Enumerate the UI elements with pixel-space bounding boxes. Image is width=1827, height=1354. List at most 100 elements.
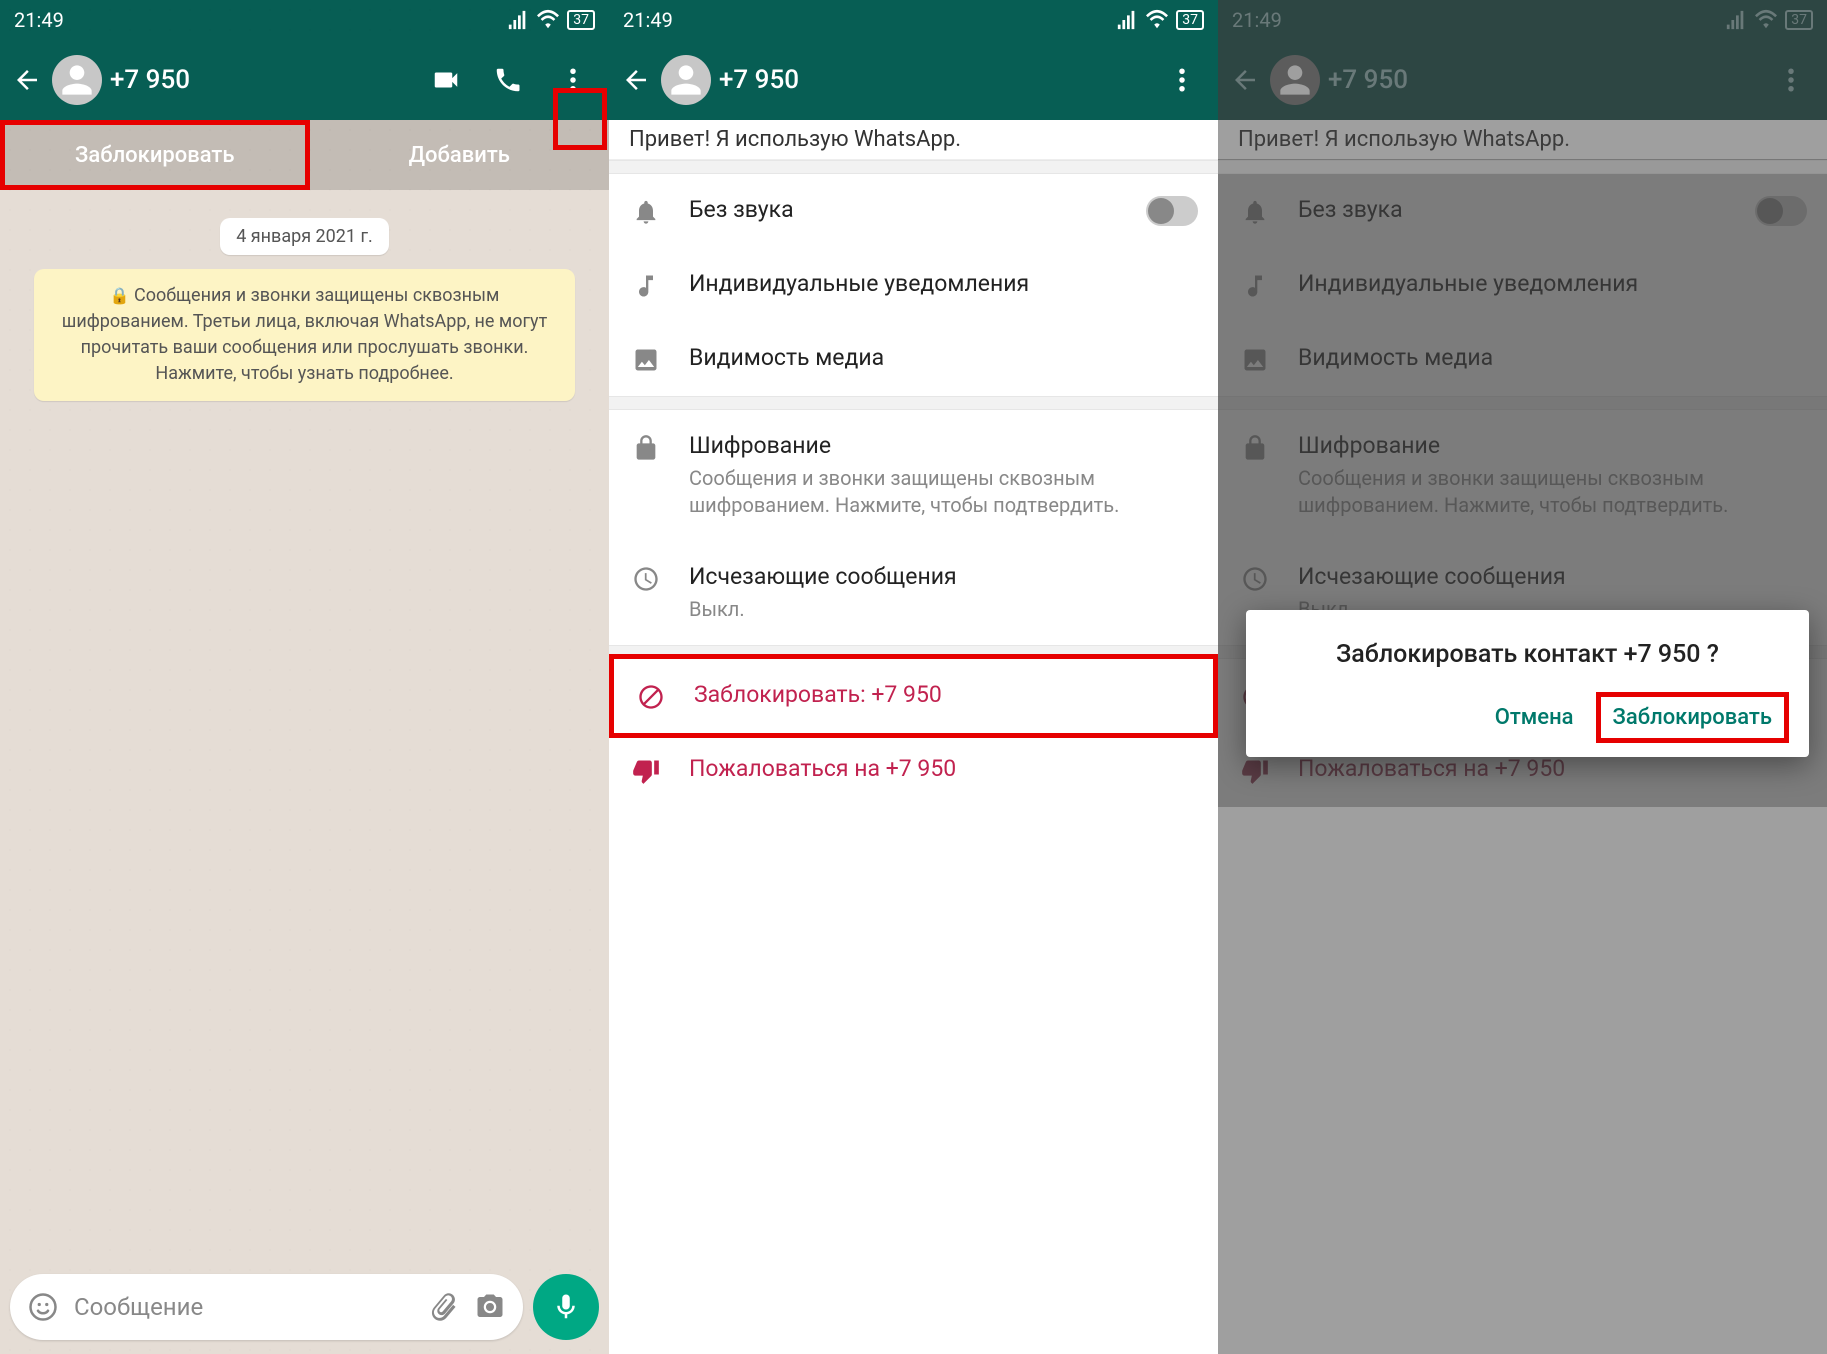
more-vert-icon — [1776, 65, 1806, 95]
settings-list: Без звука Индивидуальные уведомления Вид… — [609, 174, 1218, 807]
note-icon — [1241, 272, 1269, 300]
bell-icon — [632, 198, 660, 226]
attach-icon[interactable] — [429, 1292, 459, 1322]
back-button[interactable] — [1228, 65, 1262, 95]
status-icons: 37 — [1725, 9, 1813, 31]
back-arrow-icon — [12, 65, 42, 95]
mute-toggle[interactable] — [1146, 196, 1198, 226]
image-icon — [1241, 346, 1269, 374]
video-call-icon[interactable] — [431, 65, 461, 95]
signal-icon — [1116, 9, 1138, 31]
mic-button[interactable] — [533, 1274, 599, 1340]
report-label: Пожаловаться на +7 950 — [1298, 755, 1807, 782]
app-bar: +7 950 — [1218, 40, 1827, 120]
custom-notifications-label: Индивидуальные уведомления — [689, 270, 1198, 297]
more-options-button[interactable] — [1164, 58, 1200, 102]
back-button[interactable] — [619, 65, 653, 95]
contact-name[interactable]: +7 950 — [1328, 65, 1773, 95]
about-text-partial: Привет! Я использую WhatsApp. — [609, 120, 1218, 160]
status-time: 21:49 — [1232, 8, 1282, 32]
lock-icon — [1241, 434, 1269, 462]
more-options-button[interactable] — [555, 58, 591, 102]
signal-icon — [507, 9, 529, 31]
avatar[interactable] — [1270, 55, 1320, 105]
camera-icon[interactable] — [475, 1292, 505, 1322]
app-bar-actions — [1164, 58, 1208, 102]
custom-notifications-row[interactable]: Индивидуальные уведомления — [1218, 248, 1827, 322]
disappearing-row[interactable]: Исчезающие сообщения Выкл. — [609, 541, 1218, 645]
report-row[interactable]: Пожаловаться на +7 950 — [609, 733, 1218, 807]
disappearing-label: Исчезающие сообщения — [689, 563, 1198, 590]
encryption-sub: Сообщения и звонки защищены сквозным шиф… — [689, 465, 1198, 519]
more-vert-icon — [1167, 65, 1197, 95]
about-text-partial: Привет! Я использую WhatsApp. — [1218, 120, 1827, 160]
mute-row[interactable]: Без звука — [609, 174, 1218, 248]
panel-contact-info: 21:49 37 +7 950 Привет! Я использую What… — [609, 0, 1218, 1354]
input-bar: Сообщение — [10, 1274, 599, 1340]
back-arrow-icon — [621, 65, 651, 95]
mute-label: Без звука — [1298, 196, 1729, 223]
mute-row[interactable]: Без звука — [1218, 174, 1827, 248]
encryption-banner[interactable]: 🔒 Сообщения и звонки защищены сквозным ш… — [34, 269, 575, 401]
encryption-row[interactable]: Шифрование Сообщения и звонки защищены с… — [609, 410, 1218, 541]
person-icon — [1273, 58, 1317, 102]
encryption-sub: Сообщения и звонки защищены сквозным шиф… — [1298, 465, 1807, 519]
dialog-cancel-button[interactable]: Отмена — [1479, 693, 1590, 742]
divider — [609, 160, 1218, 174]
lock-icon: 🔒 — [110, 286, 130, 305]
dialog-title: Заблокировать контакт +7 950 ? — [1266, 638, 1789, 692]
battery-icon: 37 — [567, 10, 595, 30]
block-action[interactable]: Заблокировать — [0, 120, 310, 190]
contact-name[interactable]: +7 950 — [719, 65, 1164, 95]
more-options-button[interactable] — [1773, 58, 1809, 102]
status-time: 21:49 — [14, 8, 64, 32]
encryption-row[interactable]: Шифрование Сообщения и звонки защищены с… — [1218, 410, 1827, 541]
emoji-icon[interactable] — [28, 1292, 58, 1322]
action-row: Заблокировать Добавить — [0, 120, 609, 190]
signal-icon — [1725, 9, 1747, 31]
avatar[interactable] — [52, 55, 102, 105]
app-bar: +7 950 — [609, 40, 1218, 120]
panel-chat: 21:49 37 +7 950 Заблокировать Добавить 4… — [0, 0, 609, 1354]
add-contact-action[interactable]: Добавить — [310, 120, 610, 190]
encryption-text: Сообщения и звонки защищены сквозным шиф… — [62, 285, 547, 384]
media-visibility-label: Видимость медиа — [689, 344, 1198, 371]
wifi-icon — [1755, 9, 1777, 31]
voice-call-icon[interactable] — [493, 65, 523, 95]
mute-label: Без звука — [689, 196, 1120, 223]
mic-icon — [551, 1292, 581, 1322]
timer-icon — [632, 565, 660, 593]
app-bar: +7 950 — [0, 40, 609, 120]
block-confirm-dialog: Заблокировать контакт +7 950 ? Отмена За… — [1246, 610, 1809, 757]
more-vert-icon — [558, 65, 588, 95]
input-placeholder: Сообщение — [74, 1293, 413, 1321]
block-label: Заблокировать: +7 950 — [694, 681, 1193, 708]
custom-notifications-label: Индивидуальные уведомления — [1298, 270, 1807, 297]
back-button[interactable] — [10, 65, 44, 95]
media-visibility-row[interactable]: Видимость медиа — [1218, 322, 1827, 396]
encryption-label: Шифрование — [689, 432, 1198, 459]
back-arrow-icon — [1230, 65, 1260, 95]
divider — [609, 396, 1218, 410]
person-icon — [55, 58, 99, 102]
wifi-icon — [1146, 9, 1168, 31]
note-icon — [632, 272, 660, 300]
media-visibility-row[interactable]: Видимость медиа — [609, 322, 1218, 396]
message-input[interactable]: Сообщение — [10, 1274, 523, 1340]
custom-notifications-row[interactable]: Индивидуальные уведомления — [609, 248, 1218, 322]
mute-toggle[interactable] — [1755, 196, 1807, 226]
disappearing-label: Исчезающие сообщения — [1298, 563, 1807, 590]
battery-icon: 37 — [1785, 10, 1813, 30]
timer-icon — [1241, 565, 1269, 593]
date-chip: 4 января 2021 г. — [220, 218, 389, 255]
divider — [1218, 160, 1827, 174]
divider — [1218, 396, 1827, 410]
avatar[interactable] — [661, 55, 711, 105]
block-row[interactable]: Заблокировать: +7 950 — [614, 659, 1213, 733]
dialog-confirm-button[interactable]: Заблокировать — [1596, 692, 1789, 743]
bell-icon — [1241, 198, 1269, 226]
contact-name[interactable]: +7 950 — [110, 65, 431, 95]
status-time: 21:49 — [623, 8, 673, 32]
wifi-icon — [537, 9, 559, 31]
lock-icon — [632, 434, 660, 462]
